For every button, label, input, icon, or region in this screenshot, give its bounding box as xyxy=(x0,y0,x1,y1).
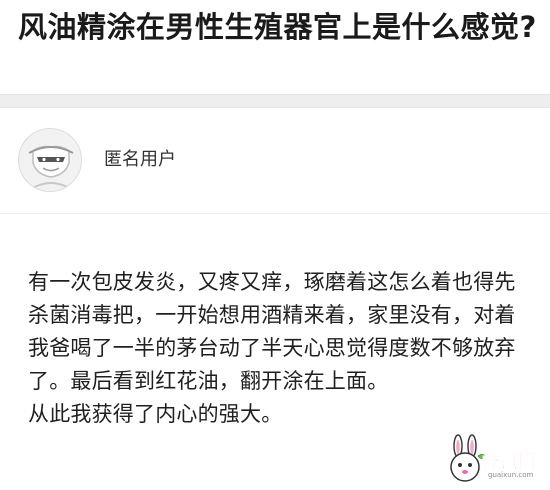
anonymous-avatar-icon[interactable] xyxy=(18,128,82,192)
watermark-subtext: guaixun.com xyxy=(488,471,534,479)
author-name[interactable]: 匿名用户 xyxy=(104,148,176,172)
answer-paragraph: 有一次包皮发炎，又疼又痒，琢磨着这怎么着也得先杀菌消毒把，一开始想用酒精来着，家… xyxy=(28,270,516,393)
question-title[interactable]: 风油精涂在男性生殖器官上是什么感觉? xyxy=(18,6,538,48)
answer-body: 有一次包皮发炎，又疼又痒，琢磨着这怎么着也得先杀菌消毒把，一开始想用酒精来着，家… xyxy=(28,266,528,431)
answer-author-row[interactable]: 匿名用户 xyxy=(0,108,550,214)
answer-paragraph: 从此我获得了内心的强大。 xyxy=(28,402,283,426)
question-header: 风油精涂在男性生殖器官上是什么感觉? xyxy=(0,0,550,94)
anonymous-mask-avatar-icon xyxy=(20,130,81,191)
section-divider xyxy=(0,94,550,108)
watermark-logo: 怪讯网 guaixun.com xyxy=(448,434,548,488)
